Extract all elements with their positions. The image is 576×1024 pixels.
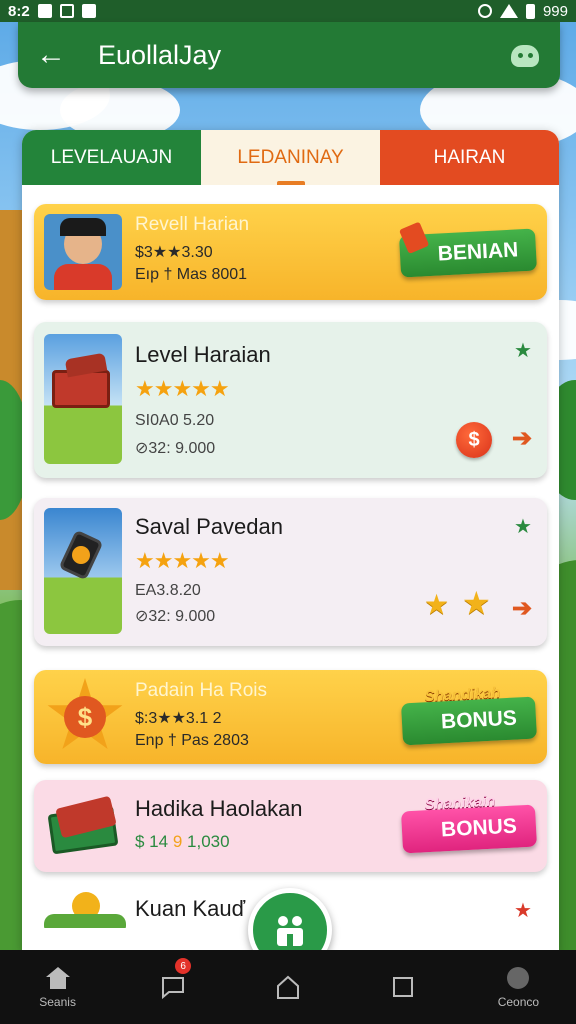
alarm-icon [477, 4, 492, 18]
home-icon [45, 967, 70, 989]
item-price: $:3★★3.1 2 [135, 710, 222, 727]
app-icon [59, 4, 74, 18]
gold-star-icon: ★ [462, 585, 491, 621]
list-item[interactable]: Hadika Haolakan $ 14 9 1,030 Shanikain B… [34, 780, 547, 872]
back-arrow-icon[interactable]: ← [36, 40, 76, 70]
gold-star-icon: ★ [424, 589, 450, 620]
app-bar: ← EuollalJay [18, 22, 560, 88]
item-duration: ⊘32: 9.000 [135, 440, 216, 457]
app-title: EuollalJay [98, 39, 222, 70]
status-time: 8:2 [8, 2, 30, 20]
nav-profile-label: Ceonco [497, 995, 540, 1009]
cash-bundle-icon [44, 788, 126, 864]
nav-chat[interactable]: 6 [115, 950, 230, 1024]
qr-icon [81, 4, 96, 18]
battery-icon [525, 3, 535, 19]
item-price: EA3.8.20 [135, 582, 201, 599]
status-bar: 8:2 999 [0, 0, 576, 22]
item-title: Saval Pavedan [135, 514, 283, 539]
favorite-star-icon[interactable]: ★ [514, 338, 532, 363]
nav-house[interactable] [230, 950, 345, 1024]
chevron-right-icon[interactable]: ➔ [512, 594, 532, 623]
gift-tag-icon [398, 221, 430, 255]
rating-stars: ★★★★★ [135, 376, 230, 401]
reward-icon [44, 892, 126, 932]
list-item[interactable]: Level Haraian ★★★★★ SI0A0 5.20 ⊘32: 9.00… [34, 322, 547, 478]
item-title: Padain Ha Rois [135, 680, 268, 701]
profile-icon [507, 967, 530, 989]
item-exp: Enp † Pas 2803 [135, 732, 249, 749]
claim-button[interactable]: BENIAN [398, 221, 538, 278]
nav-home-label: Seanis [39, 995, 76, 1009]
battery-level: 999 [542, 2, 568, 20]
tab-bar: LEVELAUAJN LEDANINAY HAIRAN [22, 130, 559, 185]
notification-icon [37, 4, 52, 18]
chat-icon [161, 977, 184, 1000]
dollar-coin-icon: $ [44, 676, 126, 758]
list-item[interactable]: Revell Harian $3★★3.30 Eıp † Mas 8001 BE… [34, 204, 547, 300]
nav-square[interactable] [346, 950, 461, 1024]
item-title: Kuan Kauď [135, 896, 246, 921]
chevron-right-icon[interactable]: ➔ [512, 424, 532, 453]
item-title: Level Haraian [135, 342, 271, 367]
item-price: $3★★3.30 [135, 244, 213, 261]
rating-stars: ★★★★★ [135, 548, 230, 573]
avatar [44, 214, 122, 290]
tab-harian[interactable]: HAIRAN [380, 130, 559, 185]
item-exp: Eıp † Mas 8001 [135, 266, 248, 283]
favorite-star-icon[interactable]: ★ [514, 898, 532, 923]
item-price: $ 14 9 1,030 [135, 832, 230, 851]
nav-home[interactable]: Seanis [0, 950, 115, 1024]
rewards-card: LEVELAUAJN LEDANINAY HAIRAN Revell Haria… [22, 130, 559, 952]
item-price: SI0A0 5.20 [135, 412, 215, 429]
notification-badge: 6 [175, 958, 192, 974]
bonus-button[interactable]: Shanikain BONUS [400, 793, 538, 854]
wifi-icon [499, 4, 518, 18]
bonus-button[interactable]: Shandikah BONUS [400, 684, 538, 746]
item-title: Hadika Haolakan [135, 796, 303, 821]
treasure-chest-image [44, 334, 122, 464]
tab-daily[interactable]: LEDANINAY [201, 130, 380, 185]
coin-button[interactable]: $ [456, 422, 492, 458]
bot-icon[interactable] [508, 40, 542, 70]
favorite-star-icon[interactable]: ★ [514, 514, 532, 539]
house-outline-icon [277, 975, 299, 999]
bottom-nav: Seanis 6 Ceonco [0, 950, 576, 1024]
tab-level[interactable]: LEVELAUAJN [22, 130, 201, 185]
list-item[interactable]: $ Padain Ha Rois $:3★★3.1 2 Enp † Pas 28… [34, 670, 547, 764]
watch-image [44, 508, 122, 634]
item-duration: ⊘32: 9.000 [135, 608, 216, 625]
square-icon [393, 977, 414, 997]
item-title: Revell Harian [135, 214, 250, 235]
nav-profile[interactable]: Ceonco [461, 950, 576, 1024]
people-icon [277, 916, 303, 946]
list-item[interactable]: Saval Pavedan ★★★★★ EA3.8.20 ⊘32: 9.000 … [34, 498, 547, 646]
